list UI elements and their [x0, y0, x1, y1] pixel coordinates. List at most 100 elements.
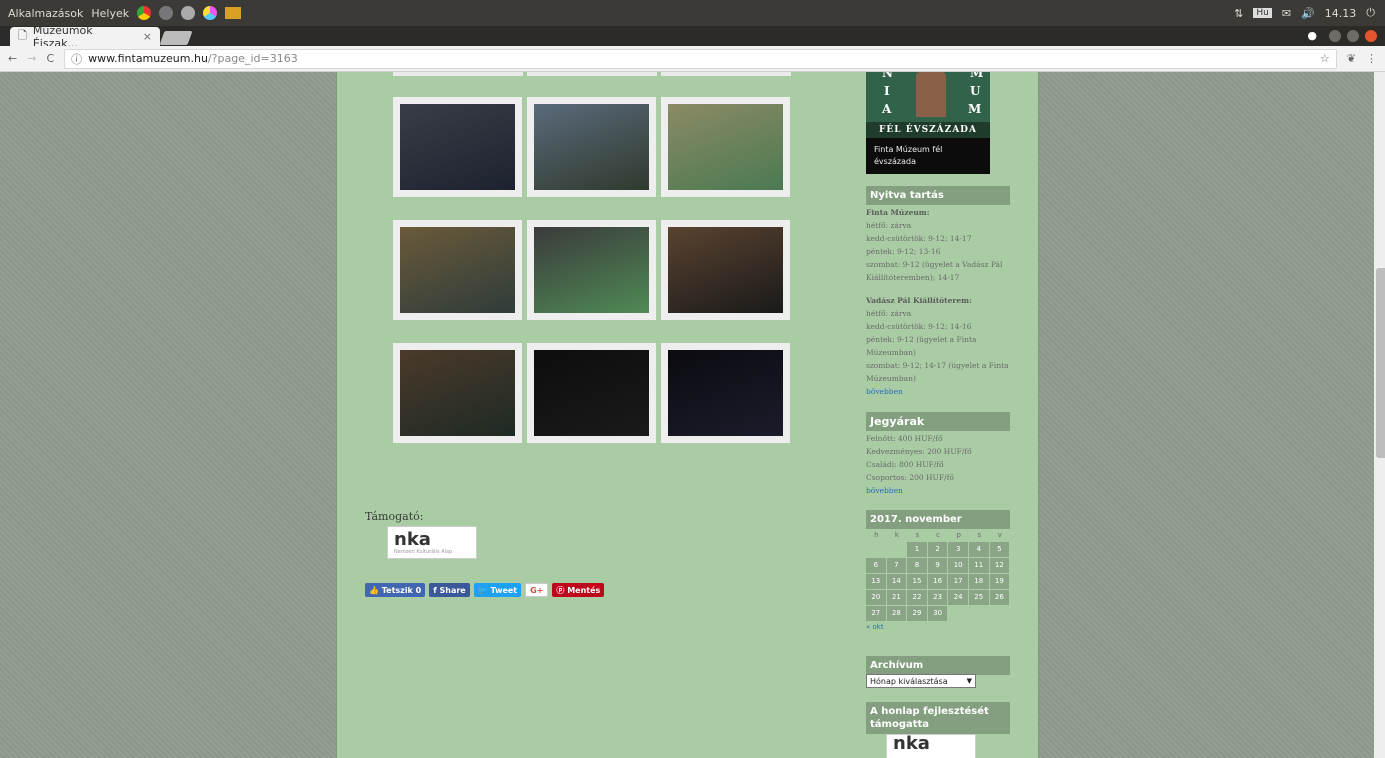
- main-content: Támogató: nka Nemzeti Kulturális Alap 👍 …: [336, 72, 1039, 758]
- network-manager-icon[interactable]: [159, 6, 174, 20]
- clock[interactable]: 14.13: [1325, 7, 1357, 20]
- nka-logo-link[interactable]: nka Nemzeti Kulturális Alap: [387, 526, 477, 559]
- reload-icon[interactable]: C: [46, 52, 54, 65]
- minimize-button[interactable]: [1329, 29, 1341, 42]
- calendar-weekdays: hkscpsv: [866, 528, 1010, 542]
- archive-select-value: Hónap kiválasztása: [870, 676, 948, 686]
- calendar-day: 7: [886, 558, 907, 573]
- browser-tab[interactable]: 🗋 Múzeumok Éjszak... ×: [10, 24, 160, 50]
- facebook-like-button[interactable]: 👍 Tetszik 0: [365, 583, 426, 597]
- calendar-day: 4: [968, 542, 989, 557]
- apps-menu[interactable]: Alkalmazások: [8, 7, 83, 20]
- new-tab-button[interactable]: [159, 31, 193, 45]
- calendar-week: 27 28 29 30: [866, 606, 1010, 621]
- maximize-button[interactable]: [1347, 29, 1359, 42]
- calendar-day: [969, 606, 989, 621]
- ticket-line: Csoportos: 200 HUF/fő: [866, 473, 954, 482]
- calendar: hkscpsv 1 2 3 4 5 6 7 8 9 10 11 12 13 14 15 16 17 18 19 20 2…: [866, 528, 1010, 631]
- dev-nka-logo-link[interactable]: nka: [886, 734, 976, 758]
- gallery-top-strip: [393, 72, 523, 76]
- close-window-button[interactable]: [1365, 29, 1377, 42]
- info-icon[interactable]: ⓘ: [71, 51, 82, 67]
- photo-family-at-exhibit: [400, 227, 515, 313]
- photo-guide-with-book: [400, 350, 515, 436]
- power-icon[interactable]: ⏻: [1366, 6, 1375, 20]
- calendar-prev-link[interactable]: « okt: [866, 623, 1010, 631]
- photo-lit-pavilion-night: [668, 227, 783, 313]
- calendar-day: 17: [948, 574, 968, 589]
- address-bar[interactable]: ⓘ www.fintamuzeum.hu/?page_id=3163 ☆: [64, 48, 1337, 69]
- scrollbar-thumb[interactable]: [1376, 268, 1385, 458]
- mail-icon[interactable]: ✉: [1282, 7, 1291, 20]
- page-scrollbar[interactable]: [1374, 72, 1385, 758]
- gallery-thumbnail[interactable]: [661, 220, 790, 320]
- places-menu[interactable]: Helyek: [91, 7, 129, 20]
- menu-kebab-icon[interactable]: ⋮: [1366, 52, 1377, 65]
- calendar-day: 16: [927, 574, 948, 589]
- banner-letter: M: [968, 102, 982, 116]
- calendar-day: 11: [968, 558, 989, 573]
- network-arrows-icon[interactable]: ⇅: [1234, 7, 1243, 20]
- nka-logo: nka: [394, 528, 431, 550]
- tickets-more-link[interactable]: bővebben: [866, 484, 1016, 497]
- banner-letter: U: [970, 84, 981, 98]
- tab-close-icon[interactable]: ×: [143, 30, 152, 43]
- calendar-day: 5: [989, 542, 1010, 557]
- calendar-day: [990, 606, 1010, 621]
- settings-launcher-icon[interactable]: [181, 6, 196, 20]
- opening-line: Múzeumban): [866, 374, 916, 383]
- ticket-line: Felnőtt: 400 HUF/fő: [866, 434, 943, 443]
- bookmark-star-icon[interactable]: ☆: [1320, 52, 1330, 65]
- page-viewport: Támogató: nka Nemzeti Kulturális Alap 👍 …: [0, 72, 1374, 758]
- gallery-thumbnail[interactable]: [527, 343, 656, 443]
- gallery-top-strip: [527, 72, 657, 76]
- gallery-thumbnail[interactable]: [661, 97, 790, 197]
- window-controls: ●: [1307, 29, 1377, 42]
- keyboard-layout-indicator[interactable]: Hu: [1253, 8, 1272, 18]
- museum-anniversary-banner[interactable]: N M I U A M FÉL ÉVSZÁZADA Finta Múzeum f…: [866, 72, 990, 174]
- ticket-line: Családi: 800 HUF/fő: [866, 460, 944, 469]
- browser-toolbar: ← → C ⓘ www.fintamuzeum.hu/?page_id=3163…: [0, 46, 1385, 72]
- calendar-day: 21: [886, 590, 907, 605]
- page-favicon-icon: 🗋: [18, 29, 27, 42]
- nka-subtitle: Nemzeti Kulturális Alap: [394, 548, 453, 555]
- google-plus-button[interactable]: G+: [525, 583, 549, 597]
- calendar-day: 14: [886, 574, 907, 589]
- profile-icon[interactable]: ●: [1307, 29, 1317, 42]
- gallery-thumbnail[interactable]: [661, 343, 790, 443]
- pinterest-save-button[interactable]: ⓟ Mentés: [552, 583, 605, 597]
- calendar-day: 3: [948, 542, 968, 557]
- volume-icon[interactable]: 🔊: [1301, 7, 1315, 20]
- calendar-day: 25: [968, 590, 989, 605]
- back-icon[interactable]: ←: [8, 52, 17, 65]
- gallery-thumbnail[interactable]: [393, 97, 522, 197]
- opening-more-link[interactable]: bővebben: [866, 385, 1016, 398]
- calendar-week: 20 21 22 23 24 25 26: [866, 590, 1010, 605]
- archive-month-select[interactable]: Hónap kiválasztása ▼: [866, 674, 976, 688]
- extension-icon[interactable]: ❦: [1347, 52, 1356, 65]
- gplus-label: G+: [530, 585, 544, 595]
- chrome-launcher-icon[interactable]: [137, 6, 152, 20]
- banner-letter: N: [882, 72, 893, 80]
- photo-exhibition-room-visitors: [668, 104, 783, 190]
- facebook-share-button[interactable]: f Share: [429, 583, 470, 597]
- calendar-day: 29: [907, 606, 927, 621]
- banner-letter: A: [882, 102, 892, 116]
- photo-night-outdoor-pavilion: [400, 104, 515, 190]
- gallery-thumbnail[interactable]: [393, 220, 522, 320]
- opening-line: kedd-csütörtök: 9-12; 14-16: [866, 322, 972, 331]
- calendar-day: 9: [927, 558, 948, 573]
- calendar-weekday: k: [894, 531, 899, 539]
- opening-line: péntek: 9-12; 13-16: [866, 247, 941, 256]
- save-label: Mentés: [567, 585, 601, 595]
- forward-icon[interactable]: →: [27, 52, 36, 65]
- gallery-thumbnail[interactable]: [527, 97, 656, 197]
- finta-heading: Finta Múzeum:: [866, 208, 930, 217]
- tweet-button[interactable]: 🐦 Tweet: [473, 583, 522, 597]
- browser-tabbar: 🗋 Múzeumok Éjszak... × ●: [0, 24, 1385, 50]
- files-launcher-icon[interactable]: [225, 7, 242, 19]
- dev-support-title: A honlap fejlesztését támogatta: [866, 702, 1010, 734]
- color-launcher-icon[interactable]: [203, 6, 218, 20]
- gallery-thumbnail[interactable]: [393, 343, 522, 443]
- gallery-thumbnail[interactable]: [527, 220, 656, 320]
